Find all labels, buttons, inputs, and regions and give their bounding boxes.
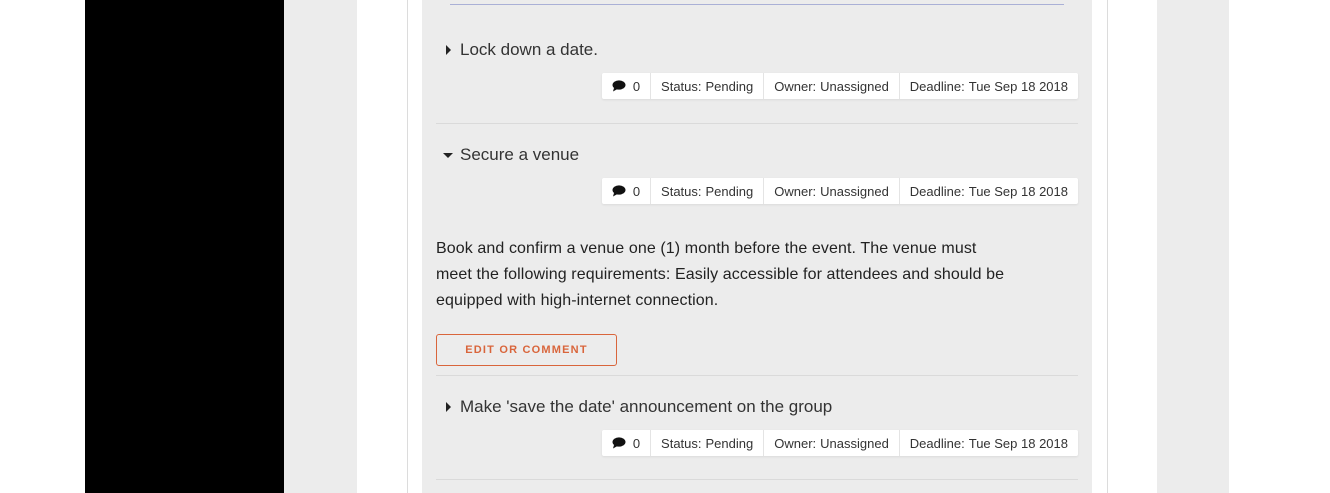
- caret-right-icon: [436, 395, 460, 419]
- comment-count[interactable]: 0: [602, 430, 652, 456]
- owner-label: Owner:: [774, 78, 817, 94]
- left-gutter: [284, 0, 357, 493]
- owner-label: Owner:: [774, 183, 817, 199]
- owner-label: Owner:: [774, 435, 817, 451]
- owner-value: Unassigned: [820, 78, 889, 94]
- description-line: Book and confirm a venue one (1) month b…: [436, 240, 977, 257]
- status-value: Pending: [705, 435, 754, 451]
- edit-or-comment-button[interactable]: EDIT OR COMMENT: [436, 334, 617, 366]
- owner-value: Unassigned: [820, 183, 889, 199]
- deadline-value: Tue Sep 18 2018: [968, 435, 1068, 451]
- task-toggle[interactable]: Lock down a date.: [436, 38, 598, 62]
- task-name: Lock down a date.: [460, 40, 598, 59]
- comment-count-value: 0: [632, 183, 641, 199]
- status-label: Status:: [661, 183, 702, 199]
- task-meta: 0 Status: Pending Owner: Unassigned Dead…: [601, 73, 1078, 99]
- task-meta: 0 Status: Pending Owner: Unassigned Dead…: [601, 430, 1078, 456]
- status-field: Status: Pending: [651, 73, 765, 99]
- comment-count[interactable]: 0: [602, 178, 652, 204]
- left-sidebar: [85, 0, 284, 493]
- deadline-label: Deadline:: [909, 183, 965, 199]
- owner-field: Owner: Unassigned: [764, 178, 900, 204]
- task-toggle[interactable]: Secure a venue: [436, 143, 579, 167]
- deadline-label: Deadline:: [909, 435, 965, 451]
- deadline-value: Tue Sep 18 2018: [968, 183, 1068, 199]
- task-meta: 0 Status: Pending Owner: Unassigned Dead…: [601, 178, 1078, 204]
- task-name: Make 'save the date' announcement on the…: [460, 397, 833, 416]
- comment-count[interactable]: 0: [602, 73, 652, 99]
- caret-down-icon: [436, 143, 460, 167]
- owner-field: Owner: Unassigned: [764, 430, 900, 456]
- description-line: meet the following requirements: Easily …: [436, 266, 1005, 283]
- owner-field: Owner: Unassigned: [764, 73, 900, 99]
- deadline-value: Tue Sep 18 2018: [968, 78, 1068, 94]
- section-rule: [450, 4, 1064, 5]
- status-label: Status:: [661, 435, 702, 451]
- status-value: Pending: [705, 183, 754, 199]
- task-divider-wrap: [436, 375, 1078, 376]
- description-line: equipped with high-internet connection.: [436, 292, 719, 309]
- task-divider: [436, 123, 1078, 124]
- task-toggle[interactable]: Make 'save the date' announcement on the…: [436, 395, 832, 419]
- status-field: Status: Pending: [651, 430, 765, 456]
- right-gutter: [1157, 0, 1229, 493]
- deadline-field: Deadline: Tue Sep 18 2018: [900, 178, 1078, 204]
- status-value: Pending: [705, 78, 754, 94]
- deadline-field: Deadline: Tue Sep 18 2018: [900, 430, 1078, 456]
- task-divider: [436, 375, 1078, 376]
- status-field: Status: Pending: [651, 178, 765, 204]
- comment-icon: [612, 437, 626, 449]
- caret-right-icon: [436, 38, 460, 62]
- status-label: Status:: [661, 78, 702, 94]
- comment-icon: [612, 80, 626, 92]
- owner-value: Unassigned: [820, 435, 889, 451]
- task-divider: [436, 479, 1078, 480]
- comment-icon: [612, 185, 626, 197]
- deadline-field: Deadline: Tue Sep 18 2018: [900, 73, 1078, 99]
- deadline-label: Deadline:: [909, 78, 965, 94]
- comment-count-value: 0: [632, 78, 641, 94]
- task-description: Book and confirm a venue one (1) month b…: [436, 236, 1086, 314]
- comment-count-value: 0: [632, 435, 641, 451]
- task-name: Secure a venue: [460, 145, 580, 164]
